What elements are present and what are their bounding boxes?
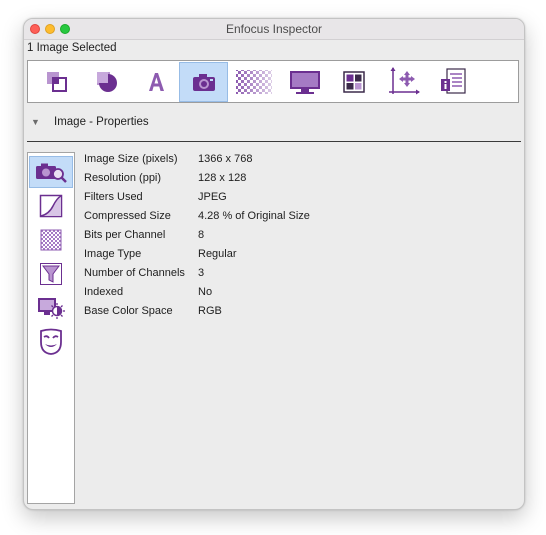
funnel-icon xyxy=(40,263,62,285)
property-label: Image Size (pixels) xyxy=(84,153,178,165)
section-divider xyxy=(27,141,521,142)
property-label: Bits per Channel xyxy=(84,229,166,241)
subtab-curves[interactable] xyxy=(29,190,73,222)
property-row: Compressed Size 4.28 % of Original Size xyxy=(84,210,504,229)
tool-image-button[interactable] xyxy=(179,62,228,102)
property-label: Base Color Space xyxy=(84,305,173,317)
tool-object-button[interactable] xyxy=(32,62,81,102)
monitor-sun-icon xyxy=(38,298,65,319)
object-stack-icon xyxy=(46,72,67,92)
property-row: Indexed No xyxy=(84,286,504,305)
property-value: RGB xyxy=(198,305,222,317)
curve-graph-icon xyxy=(39,194,63,218)
window-title: Enfocus Inspector xyxy=(225,22,323,36)
property-value: 1366 x 768 xyxy=(198,153,253,165)
property-row: Image Type Regular xyxy=(84,248,504,267)
fill-stroke-icon xyxy=(96,72,117,92)
subtab-column xyxy=(27,152,75,504)
tool-info-button[interactable] xyxy=(428,62,477,102)
property-value: Regular xyxy=(198,248,237,260)
monitor-icon xyxy=(289,71,320,94)
subtab-brightness[interactable] xyxy=(29,292,73,324)
property-label: Compressed Size xyxy=(84,210,171,222)
camera-magnify-icon xyxy=(36,163,67,183)
property-row: Bits per Channel 8 xyxy=(84,229,504,248)
property-value: No xyxy=(198,286,213,298)
property-label: Filters Used xyxy=(84,191,143,203)
property-label: Number of Channels xyxy=(84,267,185,279)
subtab-resample[interactable] xyxy=(29,224,73,256)
disclosure-triangle-icon[interactable]: ▼ xyxy=(31,117,40,127)
tool-fill-stroke-button[interactable] xyxy=(82,62,131,102)
property-label: Image Type xyxy=(84,248,142,260)
property-value: JPEG xyxy=(198,191,227,203)
text-a-icon xyxy=(148,73,164,91)
subtab-filters[interactable] xyxy=(29,258,73,290)
checker-resample-icon xyxy=(40,229,62,251)
subtab-mask[interactable] xyxy=(29,326,73,358)
tool-transparency-button[interactable] xyxy=(229,62,278,102)
property-value: 3 xyxy=(198,267,205,279)
tool-text-button[interactable] xyxy=(131,62,180,102)
property-label: Resolution (ppi) xyxy=(84,172,162,184)
tool-position-button[interactable] xyxy=(379,62,428,102)
property-row: Image Size (pixels) 1366 x 768 xyxy=(84,153,504,172)
section-title: Image - Properties xyxy=(54,116,149,128)
inspector-window: Enfocus Inspector 1 Image Selected ▼ Ima… xyxy=(23,18,525,510)
property-row: Base Color Space RGB xyxy=(84,305,504,324)
grid-squares-icon xyxy=(342,71,365,93)
inspector-toolbar xyxy=(27,60,519,103)
property-row: Number of Channels 3 xyxy=(84,267,504,286)
property-row: Resolution (ppi) 128 x 128 xyxy=(84,172,504,191)
camera-icon xyxy=(192,74,215,91)
selection-info: 1 Image Selected xyxy=(27,42,117,54)
property-label: Indexed xyxy=(84,286,124,298)
tool-layout-button[interactable] xyxy=(329,62,378,102)
property-row: Filters Used JPEG xyxy=(84,191,504,210)
property-value: 8 xyxy=(198,229,205,241)
theater-mask-icon xyxy=(40,328,62,355)
section-header[interactable]: ▼ Image - Properties xyxy=(27,115,507,131)
subtab-properties[interactable] xyxy=(29,156,73,188)
title-bar[interactable]: Enfocus Inspector xyxy=(24,19,524,40)
axes-move-icon xyxy=(388,67,420,95)
document-info-icon xyxy=(440,68,466,94)
property-value: 128 x 128 xyxy=(198,172,247,184)
property-value: 4.28 % of Original Size xyxy=(198,210,310,222)
tool-display-button[interactable] xyxy=(280,62,329,102)
checkerboard-icon xyxy=(235,70,272,94)
